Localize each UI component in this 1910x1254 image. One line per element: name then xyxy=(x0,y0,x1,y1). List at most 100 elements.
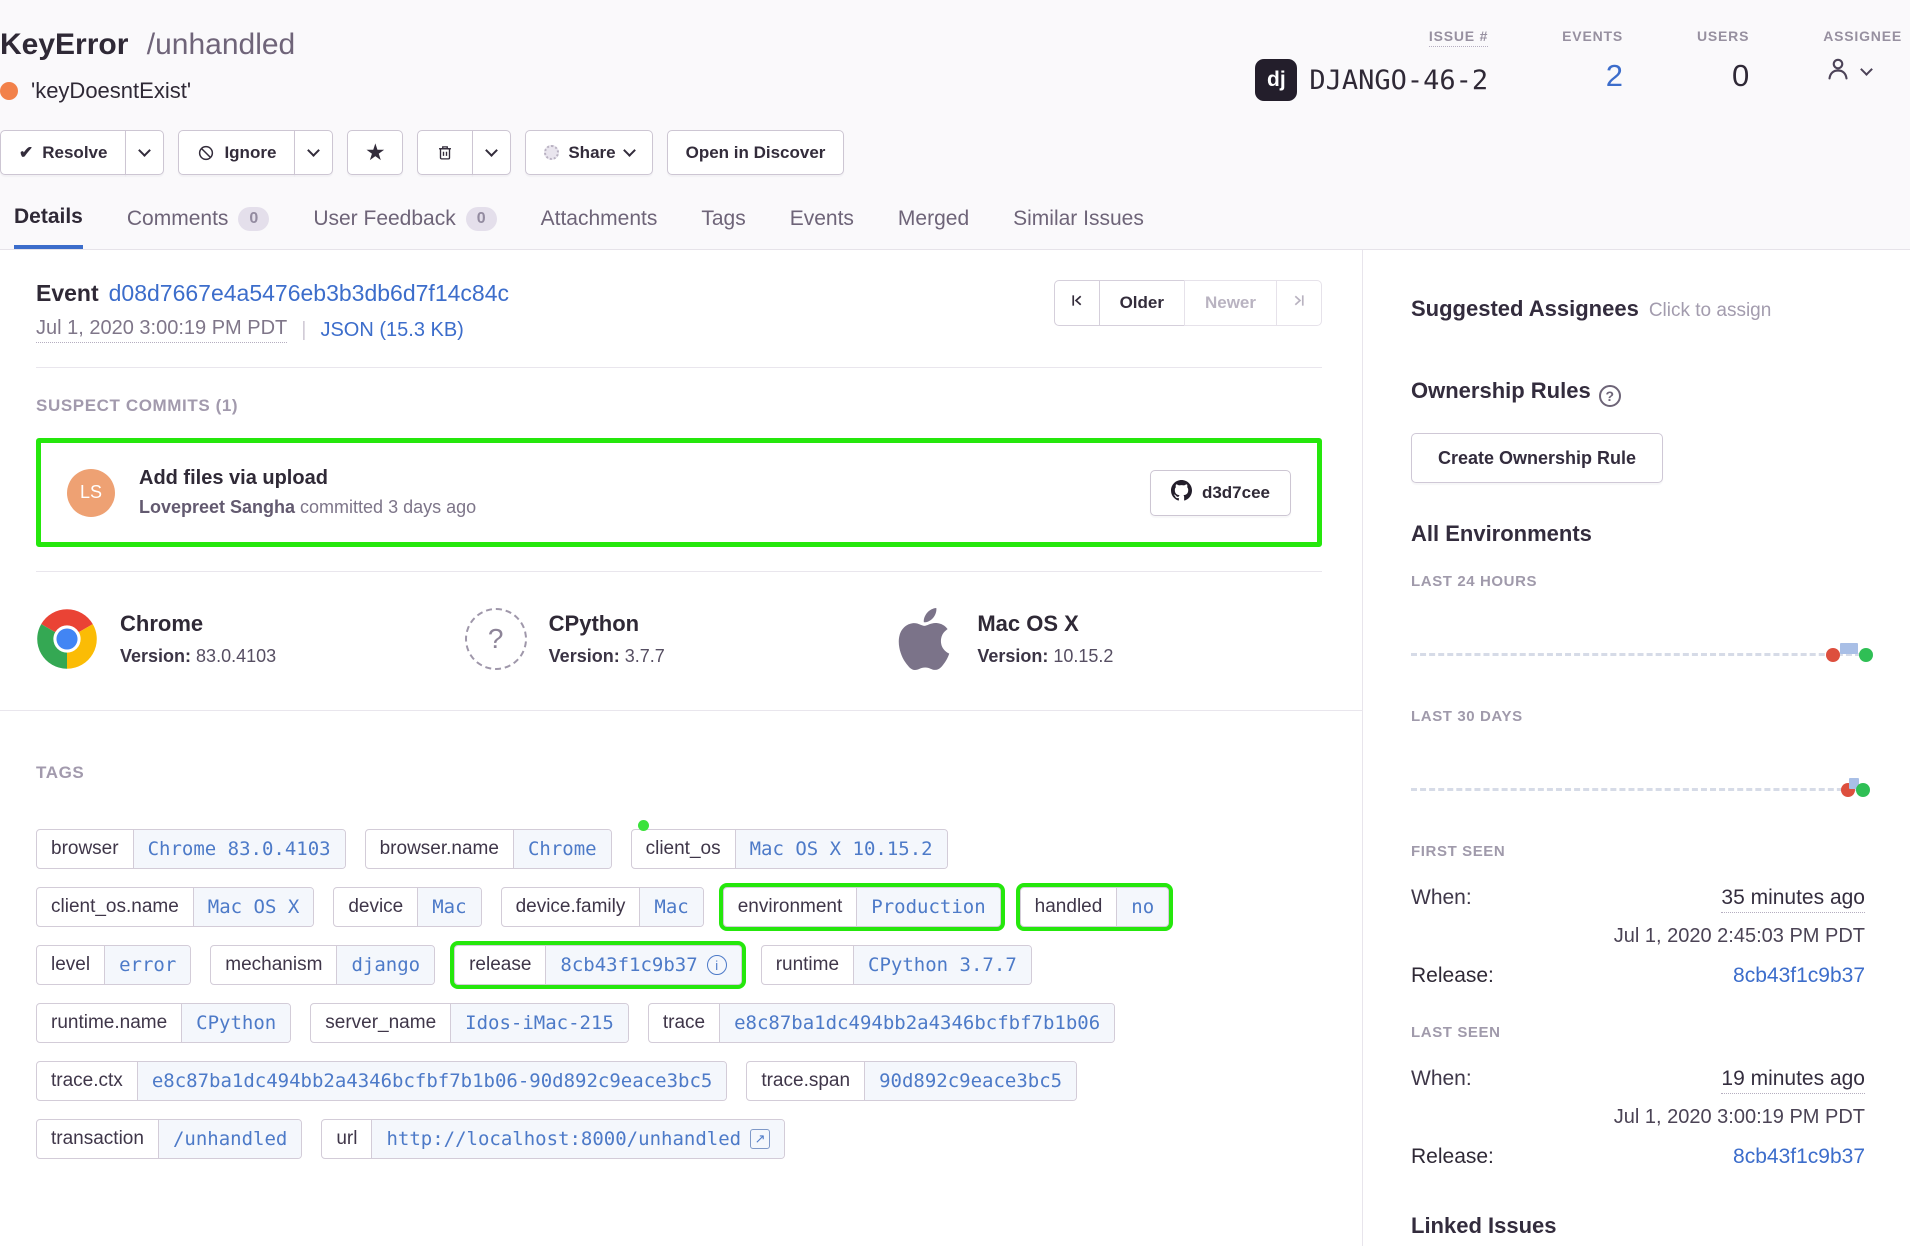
event-label: Event xyxy=(36,280,99,306)
events-count[interactable]: 2 xyxy=(1606,58,1623,94)
event-id-link[interactable]: d08d7667e4a5476eb3b3db6d7f14c84c xyxy=(109,280,509,306)
first-seen-relative: 35 minutes ago xyxy=(1721,886,1865,913)
tag-value-link[interactable]: Production xyxy=(856,888,999,926)
circle-slash-icon xyxy=(197,144,215,162)
tag-value-link[interactable]: no xyxy=(1116,888,1168,926)
tag-key: url xyxy=(322,1120,371,1158)
tag-value-link[interactable]: 8cb43f1c9b37i xyxy=(545,946,740,984)
tag-key: browser xyxy=(37,830,133,868)
assignee-dropdown[interactable] xyxy=(1823,54,1902,89)
tag-key: browser.name xyxy=(366,830,513,868)
tag-value-link[interactable]: e8c87ba1dc494bb2a4346bcfbf7b1b06-90d892c… xyxy=(137,1062,727,1100)
chevron-down-icon xyxy=(485,144,498,157)
release-label: Release: xyxy=(1411,964,1494,988)
tag-key: environment xyxy=(724,888,857,926)
tag-device.family: device.familyMac xyxy=(501,887,704,927)
issue-number-label: ISSUE # xyxy=(1429,28,1488,47)
open-in-discover-button[interactable]: Open in Discover xyxy=(667,130,845,175)
tag-value-link[interactable]: http://localhost:8000/unhandled↗ xyxy=(371,1120,784,1158)
event-json-link[interactable]: JSON (15.3 KB) xyxy=(320,319,463,342)
older-event-button[interactable]: Older xyxy=(1099,280,1185,326)
tab-events[interactable]: Events xyxy=(790,205,854,249)
tag-row: client_os.nameMac OS XdeviceMacdevice.fa… xyxy=(36,887,1322,927)
last-30-days-label: LAST 30 DAYS xyxy=(1411,708,1865,725)
issue-header: KeyError /unhandled 'keyDoesntExist' ISS… xyxy=(0,0,1910,250)
tag-key: mechanism xyxy=(211,946,336,984)
oldest-event-button[interactable] xyxy=(1054,280,1100,326)
last-seen-release-link[interactable]: 8cb43f1c9b37 xyxy=(1733,1145,1865,1169)
tag-value-link[interactable]: /unhandled xyxy=(158,1120,301,1158)
annotation-dot xyxy=(638,820,649,831)
resolve-button[interactable]: ✔ Resolve xyxy=(0,130,126,175)
tab-merged[interactable]: Merged xyxy=(898,205,969,249)
tab-comments[interactable]: Comments0 xyxy=(127,205,269,249)
all-environments-heading: All Environments xyxy=(1411,521,1865,547)
tag-row: levelerrormechanismdjangorelease8cb43f1c… xyxy=(36,945,1322,985)
tab-similar-issues[interactable]: Similar Issues xyxy=(1013,205,1144,249)
tag-key: server_name xyxy=(311,1004,450,1042)
tag-value-link[interactable]: Chrome 83.0.4103 xyxy=(133,830,345,868)
tab-tags[interactable]: Tags xyxy=(701,205,745,249)
trash-icon xyxy=(436,143,454,162)
issue-culprit: /unhandled xyxy=(147,28,295,61)
newer-event-button[interactable]: Newer xyxy=(1184,280,1277,326)
commit-author: Lovepreet Sangha xyxy=(139,497,295,517)
tag-value-link[interactable]: error xyxy=(104,946,190,984)
newest-event-button[interactable] xyxy=(1276,280,1322,326)
tag-value-link[interactable]: Idos-iMac-215 xyxy=(450,1004,628,1042)
resolve-dropdown-button[interactable] xyxy=(125,130,164,175)
share-button[interactable]: Share xyxy=(525,130,652,175)
divider xyxy=(0,710,1362,711)
tag-value-link[interactable]: CPython 3.7.7 xyxy=(853,946,1031,984)
tag-value-link[interactable]: django xyxy=(336,946,434,984)
event-pagination: Older Newer xyxy=(1054,280,1322,326)
linked-issues-heading: Linked Issues xyxy=(1411,1213,1865,1239)
commit-title: Add files via upload xyxy=(139,467,1126,490)
tag-key: client_os xyxy=(632,830,735,868)
tag-value-link[interactable]: Mac xyxy=(639,888,702,926)
last-seen-relative: 19 minutes ago xyxy=(1721,1067,1865,1094)
tags-list: browserChrome 83.0.4103 browser.nameChrom… xyxy=(36,829,1322,1159)
tag-key: device xyxy=(334,888,417,926)
tag-value-link[interactable]: Mac OS X xyxy=(193,888,314,926)
stat-users: USERS 0 xyxy=(1697,28,1749,104)
tab-user-feedback[interactable]: User Feedback0 xyxy=(313,205,496,249)
ignore-dropdown-button[interactable] xyxy=(294,130,333,175)
issue-sidebar: Suggested AssigneesClick to assign Owner… xyxy=(1363,250,1909,1246)
tag-value-link[interactable]: 90d892c9eace3bc5 xyxy=(864,1062,1076,1100)
ignore-button[interactable]: Ignore xyxy=(178,130,295,175)
stat-events: EVENTS 2 xyxy=(1562,28,1623,104)
tag-key: release xyxy=(455,946,545,984)
tag-value-link[interactable]: e8c87ba1dc494bb2a4346bcfbf7b1b06 xyxy=(719,1004,1114,1042)
last-seen-label: LAST SEEN xyxy=(1411,1024,1865,1041)
tag-trace.span: trace.span90d892c9eace3bc5 xyxy=(746,1061,1077,1101)
commit-sha-button[interactable]: d3d7cee xyxy=(1150,470,1291,516)
tag-key: trace.ctx xyxy=(37,1062,137,1100)
event-timestamp: Jul 1, 2020 3:00:19 PM PDT xyxy=(36,317,287,343)
delete-dropdown-button[interactable] xyxy=(472,130,511,175)
help-icon[interactable]: ? xyxy=(1599,385,1621,407)
context-name: Mac OS X xyxy=(977,611,1113,637)
delete-button[interactable] xyxy=(417,130,473,175)
skip-to-newest-icon xyxy=(1292,293,1307,313)
tag-release: release8cb43f1c9b37i xyxy=(454,945,742,985)
tag-value-link[interactable]: Chrome xyxy=(513,830,611,868)
tag-client_os.name: client_os.nameMac OS X xyxy=(36,887,314,927)
users-count[interactable]: 0 xyxy=(1732,58,1749,94)
external-link-icon[interactable]: ↗ xyxy=(750,1129,770,1149)
context-name: CPython xyxy=(549,611,665,637)
tab-attachments[interactable]: Attachments xyxy=(541,205,658,249)
create-ownership-rule-button[interactable]: Create Ownership Rule xyxy=(1411,433,1663,483)
tag-value-link[interactable]: CPython xyxy=(181,1004,290,1042)
info-icon[interactable]: i xyxy=(707,955,727,975)
first-seen-release-link[interactable]: 8cb43f1c9b37 xyxy=(1733,964,1865,988)
issue-short-id[interactable]: DJANGO-46-2 xyxy=(1309,65,1488,96)
tag-runtime: runtimeCPython 3.7.7 xyxy=(761,945,1032,985)
sparkline-axis xyxy=(1411,653,1861,656)
tab-details[interactable]: Details xyxy=(14,205,83,249)
tag-value-link[interactable]: Mac xyxy=(417,888,480,926)
tag-row: trace.ctxe8c87ba1dc494bb2a4346bcfbf7b1b0… xyxy=(36,1061,1322,1101)
bookmark-button[interactable]: ★ xyxy=(347,130,403,175)
commit-meta: committed 3 days ago xyxy=(295,497,476,517)
tag-value-link[interactable]: Mac OS X 10.15.2 xyxy=(735,830,947,868)
